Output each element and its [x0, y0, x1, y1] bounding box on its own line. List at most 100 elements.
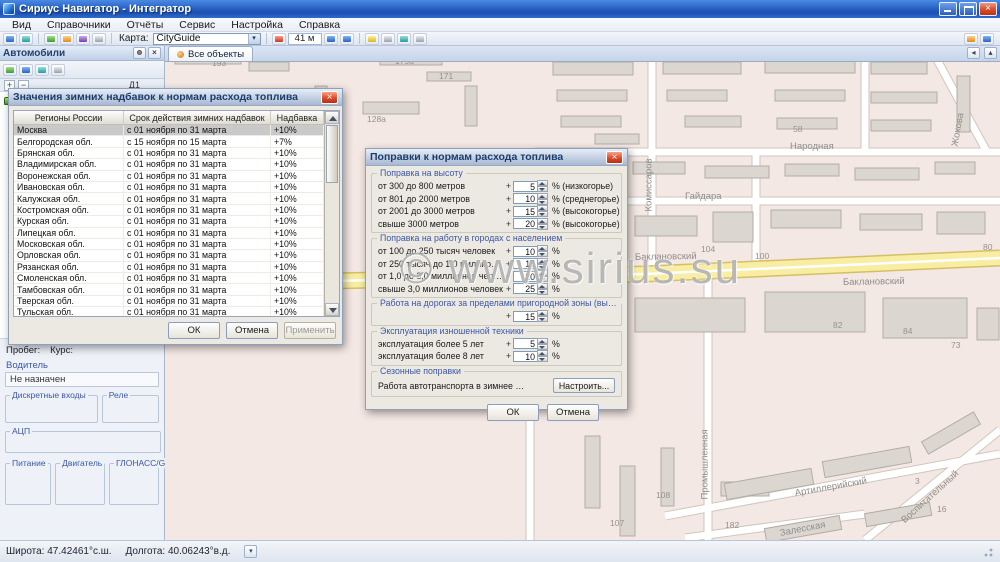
- scrollbar[interactable]: [324, 111, 339, 316]
- spinner-icon[interactable]: [537, 338, 548, 350]
- reports-icon[interactable]: [60, 33, 74, 45]
- chevron-down-icon[interactable]: ▾: [248, 34, 260, 44]
- winter-table-row[interactable]: Московская обл.с 01 ноября по 31 марта+1…: [14, 239, 324, 250]
- column-header[interactable]: Надбавка: [271, 111, 324, 124]
- percent-input[interactable]: 15: [513, 206, 537, 217]
- vehicles-panel-icon[interactable]: [44, 33, 58, 45]
- engine-group: Двигатель: [55, 463, 105, 505]
- spinner-icon[interactable]: [537, 245, 548, 257]
- map-pin-icon[interactable]: [272, 33, 286, 45]
- menu-item[interactable]: Вид: [4, 18, 39, 31]
- winter-table-row[interactable]: Владимирская обл.с 01 ноября по 31 марта…: [14, 159, 324, 170]
- menu-item[interactable]: Настройка: [223, 18, 291, 31]
- scrollbar-thumb[interactable]: [326, 125, 338, 183]
- column-header[interactable]: Регионы России: [14, 111, 124, 124]
- pan-icon[interactable]: [365, 33, 379, 45]
- percent-input[interactable]: 5: [513, 338, 537, 349]
- column-header[interactable]: Срок действия зимних надбавок: [124, 111, 271, 124]
- winter-table-row[interactable]: Калужская обл.с 01 ноября по 31 марта+10…: [14, 193, 324, 204]
- ruler-icon[interactable]: [381, 33, 395, 45]
- tab-collapse-icon[interactable]: ▴: [984, 47, 997, 59]
- apply-button[interactable]: Применить: [284, 322, 336, 339]
- percent-input[interactable]: 25: [513, 283, 537, 294]
- spinner-icon[interactable]: [537, 193, 548, 205]
- configure-button[interactable]: Настроить...: [553, 378, 615, 393]
- tab-all-objects[interactable]: Все объекты: [168, 46, 253, 61]
- zoom-out-icon[interactable]: [340, 33, 354, 45]
- coords-dropdown-icon[interactable]: ▾: [244, 545, 257, 558]
- settings-icon[interactable]: [964, 33, 978, 45]
- driver-label[interactable]: Водитель: [2, 358, 162, 371]
- maximize-button[interactable]: [959, 2, 977, 16]
- close-icon[interactable]: ×: [321, 91, 338, 104]
- winter-table-row[interactable]: Брянская обл.с 01 ноября по 31 марта+10%: [14, 148, 324, 159]
- percent-input[interactable]: 5: [513, 181, 537, 192]
- winter-table-row[interactable]: Москвас 01 ноября по 31 марта+10%: [14, 125, 324, 136]
- minimize-button[interactable]: [939, 2, 957, 16]
- print-icon[interactable]: [413, 33, 427, 45]
- dialog-titlebar[interactable]: Значения зимних надбавок к нормам расход…: [9, 89, 342, 106]
- add-vehicle-icon[interactable]: [3, 64, 17, 76]
- plus-sign: +: [504, 259, 513, 269]
- cancel-button[interactable]: Отмена: [547, 404, 599, 421]
- winter-table-cell: с 01 ноября по 31 марта: [124, 125, 271, 135]
- cancel-button[interactable]: Отмена: [226, 322, 278, 339]
- winter-table-row[interactable]: Ивановская обл.с 01 ноября по 31 марта+1…: [14, 182, 324, 193]
- ok-button[interactable]: ОК: [168, 322, 220, 339]
- spinner-icon[interactable]: [537, 350, 548, 362]
- winter-table-row[interactable]: Тульская обл.с 01 ноября по 31 марта+10%: [14, 307, 324, 316]
- winter-table-row[interactable]: Тамбовская обл.с 01 ноября по 31 марта+1…: [14, 284, 324, 295]
- percent-input[interactable]: 20: [513, 218, 537, 229]
- refresh-icon[interactable]: [51, 64, 65, 76]
- spinner-icon[interactable]: [537, 310, 548, 322]
- menu-item[interactable]: Отчёты: [119, 18, 172, 31]
- winter-table-cell: с 01 ноября по 31 марта: [124, 159, 271, 169]
- spinner-icon[interactable]: [537, 283, 548, 295]
- menu-item[interactable]: Справочники: [39, 18, 119, 31]
- percent-input[interactable]: 20: [513, 271, 537, 282]
- panel-close-icon[interactable]: ×: [148, 47, 161, 59]
- pin-icon[interactable]: [133, 47, 146, 59]
- spinner-icon[interactable]: [537, 270, 548, 282]
- percent-input[interactable]: 10: [513, 351, 537, 362]
- scroll-down-icon[interactable]: [325, 303, 339, 316]
- spinner-icon[interactable]: [537, 205, 548, 217]
- edit-vehicle-icon[interactable]: [19, 64, 33, 76]
- close-button[interactable]: ×: [979, 2, 997, 16]
- spinner-icon[interactable]: [537, 180, 548, 192]
- geozones-icon[interactable]: [92, 33, 106, 45]
- close-icon[interactable]: ×: [606, 151, 623, 164]
- winter-table-row[interactable]: Воронежская обл.с 01 ноября по 31 марта+…: [14, 171, 324, 182]
- winter-table-row[interactable]: Рязанская обл.с 01 ноября по 31 марта+10…: [14, 262, 324, 273]
- winter-table-row[interactable]: Орловская обл.с 01 ноября по 31 марта+10…: [14, 250, 324, 261]
- menu-item[interactable]: Сервис: [171, 18, 223, 31]
- menu-item[interactable]: Справка: [291, 18, 348, 31]
- dialog-titlebar[interactable]: Поправки к нормам расхода топлива ×: [366, 149, 627, 166]
- resize-grip[interactable]: [981, 545, 994, 558]
- winter-table-row[interactable]: Смоленская обл.с 01 ноября по 31 марта+1…: [14, 273, 324, 284]
- ok-button[interactable]: ОК: [487, 404, 539, 421]
- winter-table-row[interactable]: Курская обл.с 01 ноября по 31 марта+10%: [14, 216, 324, 227]
- tab-scroll-left-icon[interactable]: ◂: [967, 47, 980, 59]
- zoom-in-icon[interactable]: [324, 33, 338, 45]
- winter-table-row[interactable]: Белгородская обл.с 15 ноября по 15 марта…: [14, 136, 324, 147]
- globe-icon[interactable]: [35, 64, 49, 76]
- percent-input[interactable]: 15: [513, 311, 537, 322]
- spinner-icon[interactable]: [537, 258, 548, 270]
- percent-input[interactable]: 15: [513, 258, 537, 269]
- help-icon[interactable]: [980, 33, 994, 45]
- scroll-up-icon[interactable]: [325, 111, 339, 124]
- winter-table-row[interactable]: Липецкая обл.с 01 ноября по 31 марта+10%: [14, 228, 324, 239]
- spinner-icon[interactable]: [537, 218, 548, 230]
- percent-input[interactable]: 10: [513, 193, 537, 204]
- layers-icon[interactable]: [397, 33, 411, 45]
- connect-icon[interactable]: [3, 33, 17, 45]
- winter-table-row[interactable]: Костромская обл.с 01 ноября по 31 марта+…: [14, 205, 324, 216]
- tracks-icon[interactable]: [76, 33, 90, 45]
- percent-input[interactable]: 10: [513, 246, 537, 257]
- map-source-combobox[interactable]: CityGuide ▾: [153, 33, 261, 45]
- search-icon[interactable]: [19, 33, 33, 45]
- correction-label: от 2001 до 3000 метров: [376, 206, 504, 216]
- winter-table-row[interactable]: Тверская обл.с 01 ноября по 31 марта+10%: [14, 296, 324, 307]
- title-bar[interactable]: Сириус Навигатор - Интегратор ×: [0, 0, 1000, 18]
